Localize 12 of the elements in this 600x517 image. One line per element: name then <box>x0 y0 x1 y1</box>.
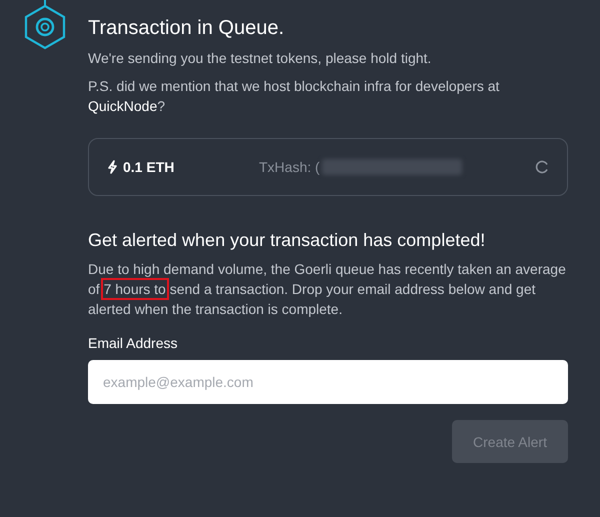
alert-text: Due to high demand volume, the Goerli queue has recently taken an average of 7 hours to send a transaction. Drop your email address below and get alerted when the transaction is complete. <box>88 260 567 319</box>
intro-text: We're sending you the testnet tokens, please hold tight. <box>88 49 432 68</box>
email-label: Email Address <box>88 335 178 351</box>
lightning-icon <box>107 160 118 174</box>
amount: 0.1 ETH <box>123 159 174 175</box>
promo-text: P.S. did we mention that we host blockchain infra for developers at QuickNode? <box>88 77 500 116</box>
title: Transaction in Queue. <box>88 17 286 40</box>
alert-heading: Get alerted when your transaction has completed! <box>88 230 486 251</box>
tx-hash-label: TxHash: ( <box>259 159 320 175</box>
email-field[interactable]: example@example.com <box>88 360 568 404</box>
spinner-icon <box>535 160 549 174</box>
hexagon-logo-icon <box>22 0 68 50</box>
